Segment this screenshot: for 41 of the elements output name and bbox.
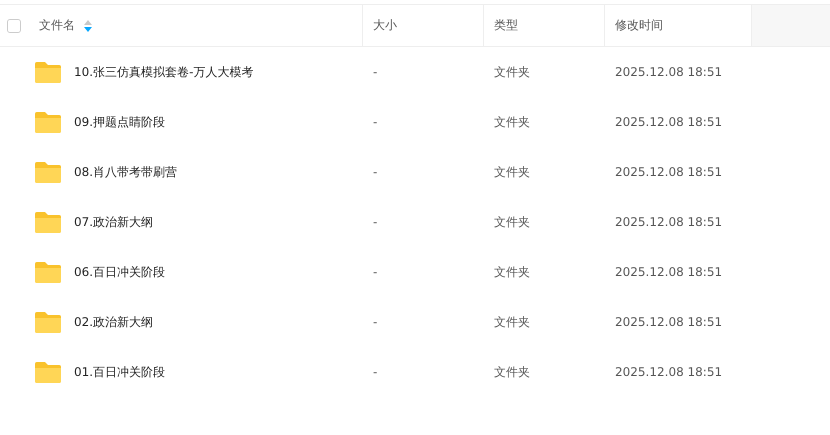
folder-icon [35, 111, 61, 133]
folder-icon [35, 361, 61, 383]
modified-time: 2025.12.08 18:51 [615, 65, 722, 79]
modified-time: 2025.12.08 18:51 [615, 365, 722, 379]
folder-name[interactable]: 01.百日冲关阶段 [74, 364, 166, 380]
folder-name[interactable]: 07.政治新大纲 [74, 214, 154, 230]
modified-time: 2025.12.08 18:51 [615, 115, 722, 129]
size-text: - [373, 315, 378, 329]
folder-icon [35, 211, 61, 233]
modified-time: 2025.12.08 18:51 [615, 265, 722, 279]
type-column-header[interactable]: 类型 [494, 17, 518, 34]
size-text: - [373, 115, 378, 129]
folder-icon [35, 261, 61, 283]
folder-name[interactable]: 02.政治新大纲 [74, 314, 154, 330]
size-text: - [373, 365, 378, 379]
modified-time: 2025.12.08 18:51 [615, 315, 722, 329]
type-text: 文件夹 [494, 114, 530, 130]
modified-time: 2025.12.08 18:51 [615, 215, 722, 229]
sort-icon[interactable] [84, 20, 92, 32]
size-text: - [373, 165, 378, 179]
type-text: 文件夹 [494, 214, 530, 230]
select-all-checkbox[interactable] [7, 18, 21, 32]
folder-name[interactable]: 08.肖八带考带刷营 [74, 164, 178, 180]
size-text: - [373, 65, 378, 79]
type-text: 文件夹 [494, 164, 530, 180]
size-text: - [373, 265, 378, 279]
folder-icon [35, 311, 61, 333]
modified-column-header[interactable]: 修改时间 [615, 17, 663, 34]
folder-name[interactable]: 06.百日冲关阶段 [74, 264, 166, 280]
folder-name[interactable]: 09.押题点睛阶段 [74, 114, 166, 130]
name-column-header[interactable]: 文件名 [39, 17, 75, 34]
type-text: 文件夹 [494, 264, 530, 280]
type-text: 文件夹 [494, 364, 530, 380]
folder-icon [35, 61, 61, 83]
type-text: 文件夹 [494, 64, 530, 80]
modified-time: 2025.12.08 18:51 [615, 165, 722, 179]
type-text: 文件夹 [494, 314, 530, 330]
folder-name[interactable]: 10.张三仿真模拟套卷-万人大模考 [74, 64, 254, 80]
size-text: - [373, 215, 378, 229]
size-column-header[interactable]: 大小 [373, 17, 397, 34]
folder-icon [35, 161, 61, 183]
